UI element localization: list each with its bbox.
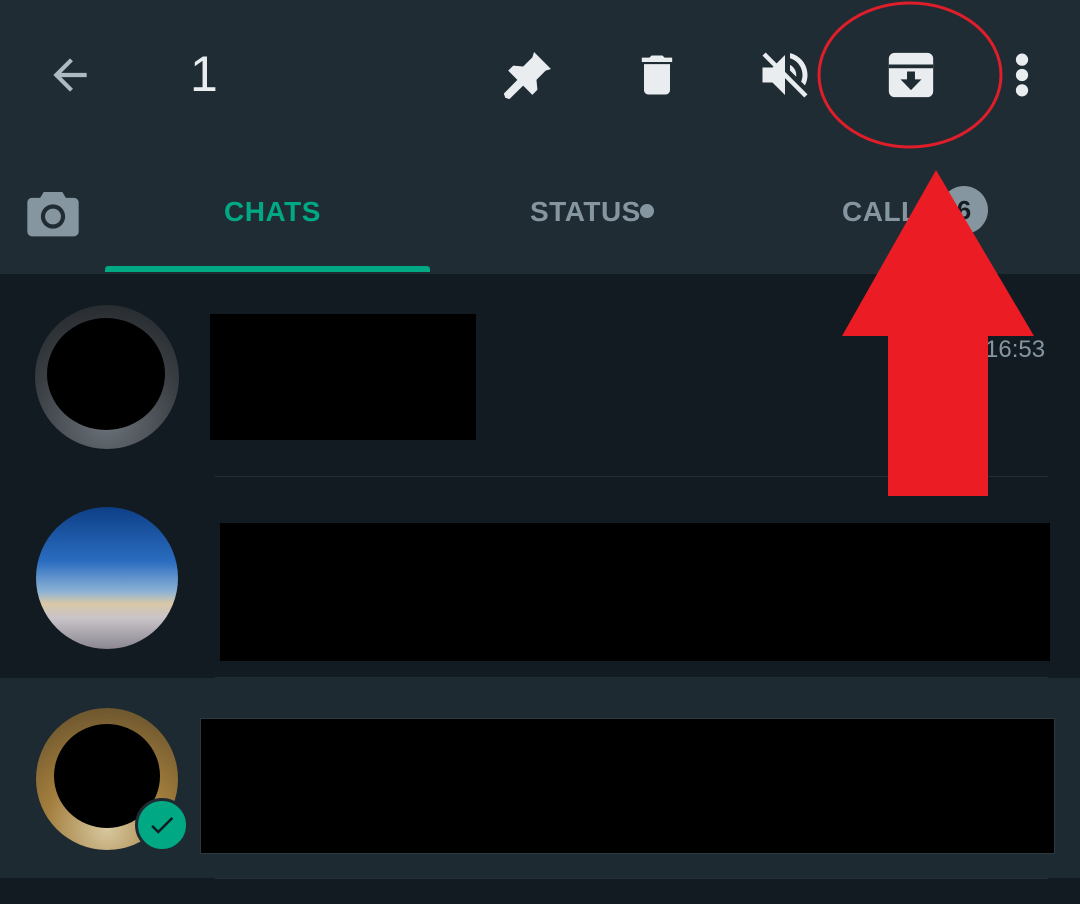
redacted-chat-content	[220, 523, 1050, 661]
tab-chats[interactable]: CHATS	[224, 196, 321, 228]
delete-button[interactable]	[625, 42, 689, 108]
redacted-avatar-image	[47, 318, 165, 430]
divider	[215, 878, 1048, 879]
annotation-ellipse	[817, 1, 1003, 149]
check-icon	[151, 817, 174, 834]
mute-icon	[762, 52, 808, 98]
camera-icon	[27, 192, 79, 237]
selected-check-badge	[135, 798, 189, 852]
active-tab-indicator	[105, 266, 430, 272]
trash-icon	[641, 55, 673, 95]
more-vert-icon	[1015, 53, 1029, 97]
mute-button[interactable]	[752, 42, 818, 108]
redacted-chat-title	[210, 314, 476, 440]
more-options-button[interactable]	[1000, 44, 1044, 106]
status-unread-dot	[640, 204, 654, 218]
avatar	[35, 305, 179, 449]
tab-status[interactable]: STATUS	[530, 196, 641, 228]
back-button[interactable]	[40, 45, 100, 105]
avatar	[36, 507, 178, 649]
pin-icon	[503, 52, 551, 100]
pin-button[interactable]	[495, 42, 561, 108]
camera-button[interactable]	[20, 180, 86, 246]
redacted-chat-content	[200, 718, 1055, 854]
annotation-arrow-up	[842, 170, 1034, 496]
selected-count: 1	[190, 46, 218, 102]
arrow-back-icon	[53, 58, 87, 92]
